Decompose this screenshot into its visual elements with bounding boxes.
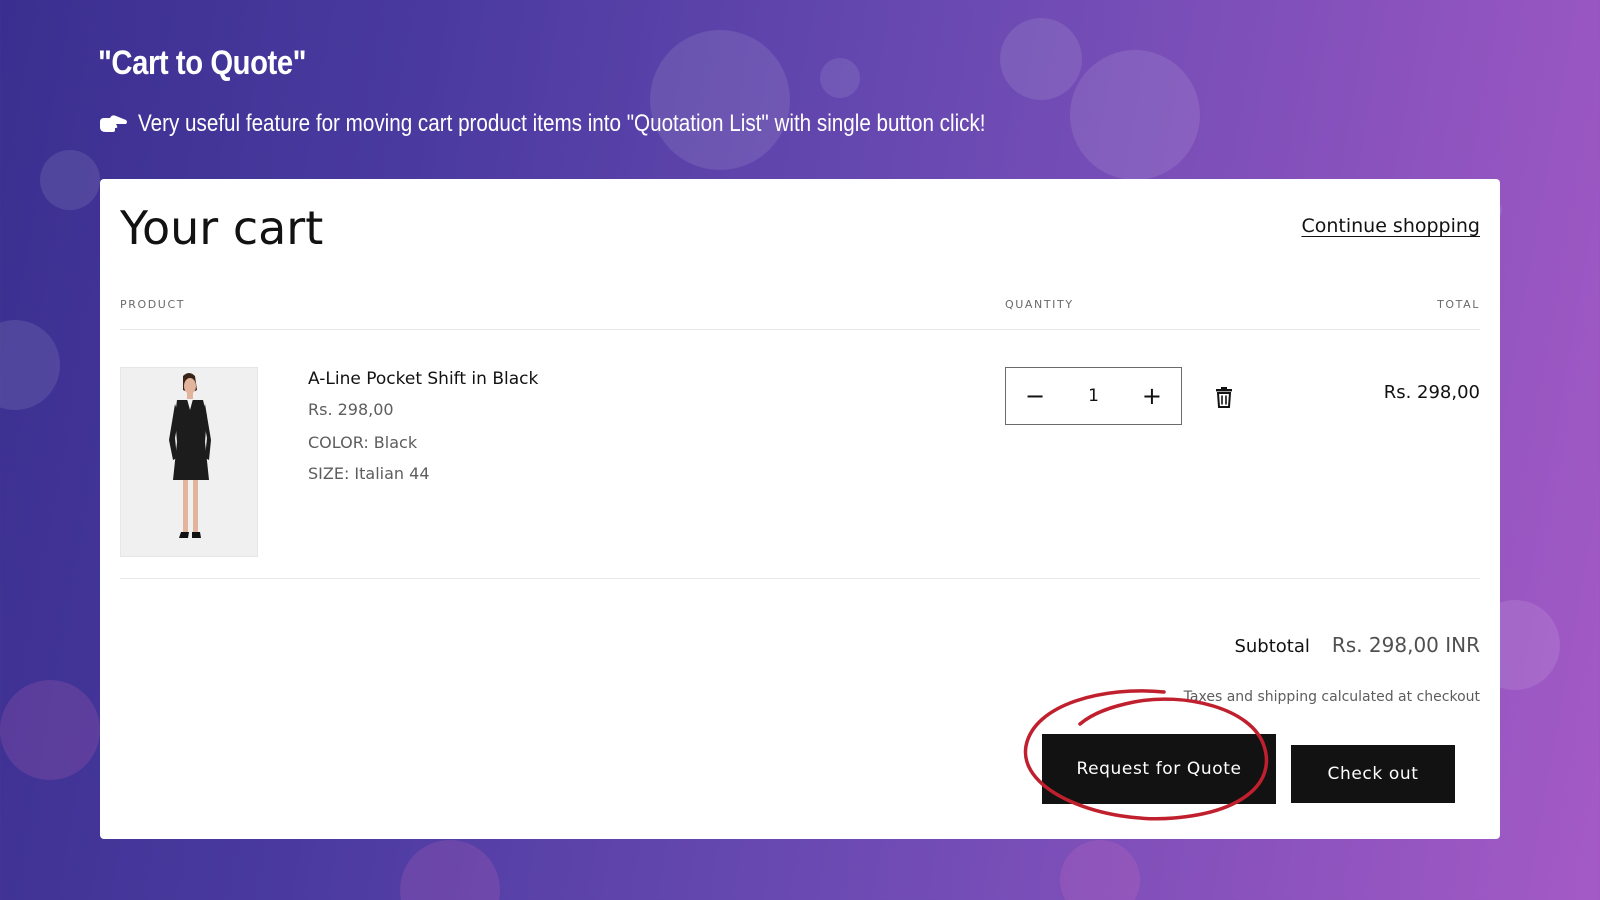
promo-title: "Cart to Quote": [98, 44, 307, 82]
subtotal-value: Rs. 298,00 INR: [1331, 633, 1480, 657]
quantity-stepper: − 1 +: [1005, 367, 1182, 425]
product-color-option: COLOR: Black: [308, 433, 418, 452]
request-for-quote-button[interactable]: Request for Quote: [1042, 734, 1276, 804]
dress-model-figure: [121, 368, 257, 556]
bokeh-light: [820, 58, 860, 98]
tax-shipping-note: Taxes and shipping calculated at checkou…: [1183, 689, 1480, 705]
bokeh-pink: [1060, 840, 1140, 900]
product-name-link[interactable]: A-Line Pocket Shift in Black: [308, 369, 538, 389]
continue-shopping-link[interactable]: Continue shopping: [1301, 215, 1480, 237]
bokeh-pink: [0, 680, 100, 780]
subtotal-row: Subtotal Rs. 298,00 INR: [1234, 633, 1480, 657]
trash-icon[interactable]: [1215, 386, 1233, 408]
subtotal-label: Subtotal: [1234, 636, 1310, 657]
quantity-input[interactable]: 1: [1088, 386, 1099, 406]
column-header-total: TOTAL: [1437, 298, 1480, 311]
product-unit-price: Rs. 298,00: [308, 400, 394, 419]
bokeh-light: [40, 150, 100, 210]
page-title: Your cart: [120, 201, 324, 255]
line-item-total: Rs. 298,00: [1383, 382, 1480, 403]
checkout-button[interactable]: Check out: [1291, 745, 1455, 803]
column-header-quantity: QUANTITY: [1005, 298, 1074, 311]
bokeh-light: [1000, 18, 1082, 100]
divider: [120, 329, 1480, 330]
divider: [120, 578, 1480, 579]
bokeh-light: [0, 320, 60, 410]
promo-subtitle: Very useful feature for moving cart prod…: [138, 110, 986, 137]
increase-quantity-button[interactable]: +: [1141, 384, 1163, 408]
pointing-hand-icon: [100, 115, 127, 132]
promo-header: "Cart to Quote": [98, 44, 340, 83]
decrease-quantity-button[interactable]: −: [1024, 384, 1046, 408]
product-image[interactable]: [120, 367, 258, 557]
bokeh-pink: [400, 840, 500, 900]
cart-card: Your cart Continue shopping PRODUCT QUAN…: [100, 179, 1500, 839]
promo-subtitle-row: Very useful feature for moving cart prod…: [98, 110, 1124, 138]
column-header-product: PRODUCT: [120, 298, 186, 311]
bokeh-light: [650, 30, 790, 170]
product-size-option: SIZE: Italian 44: [308, 464, 430, 483]
